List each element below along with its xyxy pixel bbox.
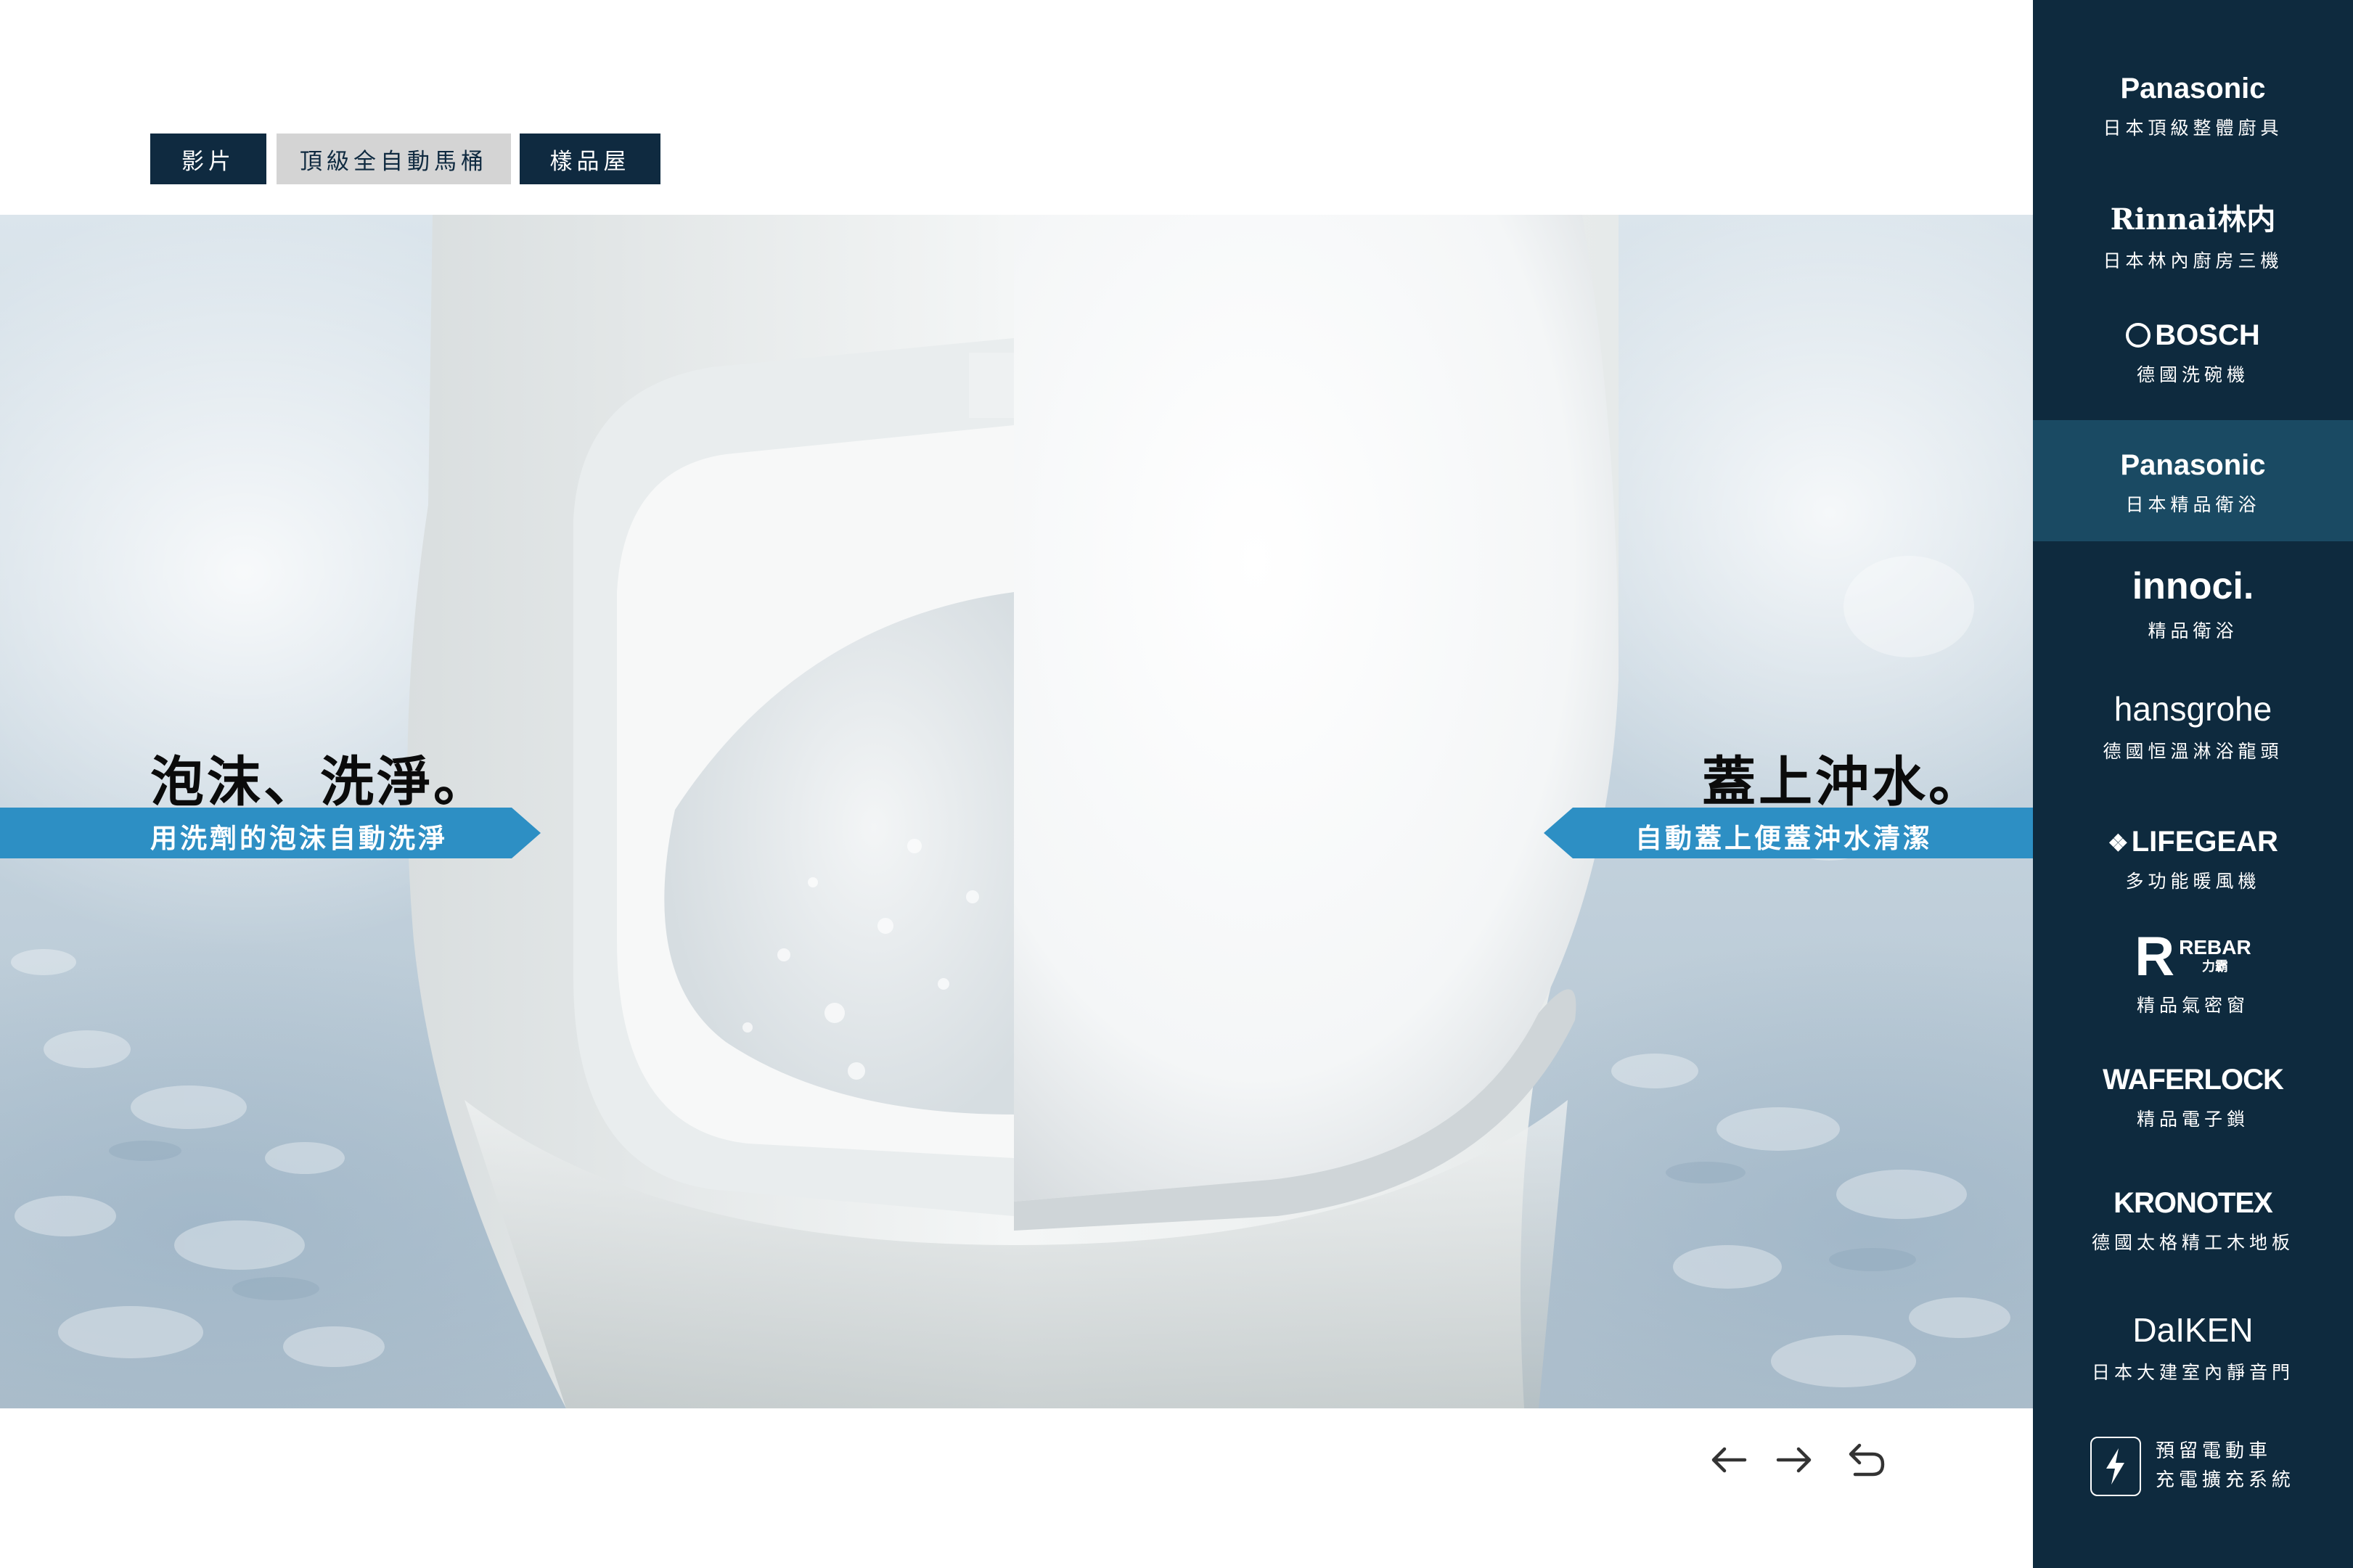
tab-premium-toilet[interactable]: 頂級全自動馬桶 (277, 134, 511, 184)
left-banner-text: 用洗劑的泡沫自動洗淨 (150, 823, 448, 854)
ev-charging-item[interactable]: 預留電動車 充電擴充系統 (2090, 1437, 2308, 1502)
brand-lifegear-name: LIFEGEAR (2131, 826, 2278, 858)
back-button[interactable] (1843, 1437, 1890, 1483)
brand-lifegear-logo: ❖ LIFEGEAR (2033, 826, 2353, 858)
right-headline: 蓋上沖水。 (1702, 751, 1985, 813)
brand-lifegear-sub: 多功能暖風機 (2125, 871, 2261, 892)
return-icon (1849, 1443, 1885, 1477)
brand-bosch-logo: BOSCH (2033, 319, 2353, 352)
ev-icon-frame (2090, 1437, 2141, 1496)
brand-daiken-sub: 日本大建室內靜音門 (2091, 1362, 2294, 1383)
brand-kronotex-logo: KRONOTEX (2113, 1187, 2273, 1219)
brand-panasonic-kitchen-sub: 日本頂級整體廚具 (2103, 118, 2283, 139)
brand-panasonic-bath-sub: 日本精品衛浴 (2125, 494, 2261, 515)
tab-model-house-label: 樣品屋 (549, 148, 631, 175)
tab-video-label: 影片 (181, 148, 235, 175)
brand-kronotex[interactable]: KRONOTEX 德國太格精工木地板 (2033, 1187, 2353, 1281)
brand-waferlock-logo: WAFERLOCK (2103, 1064, 2284, 1096)
brand-innoci-logo: innoci. (2132, 565, 2254, 607)
tab-premium-toilet-label: 頂級全自動馬桶 (300, 148, 488, 175)
brand-innoci-sub: 精品衛浴 (2148, 620, 2238, 641)
lightning-icon (2106, 1448, 2124, 1485)
prev-button[interactable] (1706, 1437, 1752, 1483)
brand-innoci[interactable]: innoci. 精品衛浴 (2033, 565, 2353, 659)
left-headline: 泡沫、洗淨。 (150, 751, 490, 813)
ev-line1: 預留電動車 (2156, 1440, 2272, 1462)
lifegear-mark-icon: ❖ (2108, 830, 2129, 856)
brand-rebar-sub: 精品氣密窗 (2136, 995, 2249, 1016)
brand-rinnai-logo: Rinnai林内 (2110, 202, 2276, 237)
arrow-left-icon (1711, 1447, 1747, 1473)
tab-video[interactable]: 影片 (150, 134, 266, 184)
brand-bosch-sub: 德國洗碗機 (2136, 364, 2249, 385)
brand-panasonic-kitchen[interactable]: Panasonic 日本頂級整體廚具 (2033, 73, 2353, 167)
brand-rebar-name: REBAR (2179, 936, 2251, 959)
brand-panasonic-logo: Panasonic (2120, 73, 2266, 104)
next-button[interactable] (1771, 1437, 1817, 1483)
brand-rebar-small: 力霸 (2201, 959, 2228, 974)
right-banner-text: 自動蓋上便蓋沖水清潔 (1635, 823, 1933, 854)
brand-rebar[interactable]: R REBAR 力霸 精品氣密窗 (2033, 926, 2353, 1026)
hero-image: 泡沫、洗淨。 用洗劑的泡沫自動洗淨 蓋上沖水。 自動蓋上便蓋沖水清潔 (0, 215, 2033, 1408)
brand-daiken[interactable]: DaIKEN 日本大建室內靜音門 (2033, 1310, 2353, 1405)
ev-line2: 充電擴充系統 (2156, 1469, 2296, 1491)
brand-lifegear[interactable]: ❖ LIFEGEAR 多功能暖風機 (2033, 826, 2353, 920)
brand-panasonic-bath-logo: Panasonic (2120, 449, 2266, 481)
brand-panasonic-bath[interactable]: Panasonic 日本精品衛浴 (2033, 420, 2353, 541)
brand-waferlock[interactable]: WAFERLOCK 精品電子鎖 (2033, 1064, 2353, 1158)
bosch-mark-icon (2126, 323, 2151, 348)
brand-rinnai[interactable]: Rinnai林内 日本林內廚房三機 (2033, 196, 2353, 290)
brand-waferlock-sub: 精品電子鎖 (2136, 1109, 2249, 1130)
brand-bosch[interactable]: BOSCH 德國洗碗機 (2033, 319, 2353, 414)
brand-hansgrohe-logo: hansgrohe (2113, 690, 2272, 728)
brand-rinnai-sub: 日本林內廚房三機 (2103, 250, 2283, 271)
brand-hansgrohe[interactable]: hansgrohe 德國恒溫淋浴龍頭 (2033, 689, 2353, 784)
brand-sidebar: Panasonic 日本頂級整體廚具 Rinnai林内 日本林內廚房三機 BOS… (2033, 0, 2353, 1568)
arrow-right-icon (1776, 1447, 1812, 1473)
brand-hansgrohe-sub: 德國恒溫淋浴龍頭 (2103, 741, 2283, 762)
rebar-r-icon: R (2135, 926, 2175, 988)
ev-text: 預留電動車 充電擴充系統 (2156, 1437, 2295, 1495)
brand-kronotex-sub: 德國太格精工木地板 (2091, 1232, 2294, 1253)
brand-bosch-name: BOSCH (2155, 319, 2260, 351)
brand-daiken-logo: DaIKEN (2132, 1311, 2254, 1349)
brand-rebar-logo: R REBAR 力霸 (2033, 926, 2353, 988)
tab-model-house[interactable]: 樣品屋 (520, 134, 660, 184)
